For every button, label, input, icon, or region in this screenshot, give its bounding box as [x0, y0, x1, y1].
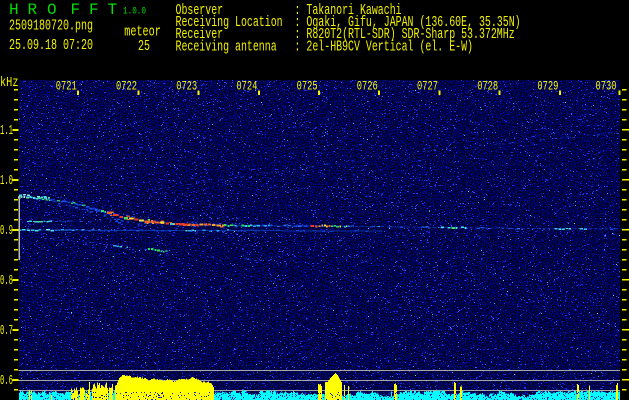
svg-text:0723: 0723 — [176, 79, 197, 94]
svg-text:0722: 0722 — [116, 79, 137, 94]
svg-text:0725: 0725 — [297, 79, 318, 94]
svg-text:1.1: 1.1 — [0, 123, 13, 139]
svg-text:0.6: 0.6 — [0, 373, 13, 389]
svg-text:0721: 0721 — [56, 79, 77, 94]
svg-text:0729: 0729 — [537, 79, 558, 94]
svg-text:2509180720.png: 2509180720.png — [9, 18, 93, 35]
svg-text:25.09.18 07:20: 25.09.18 07:20 — [9, 37, 93, 54]
svg-text:0.7: 0.7 — [0, 323, 13, 339]
svg-text:Receiving antenna : 2el-HB9C: Receiving antenna : 2el-HB9CV Vertical (… — [176, 38, 474, 55]
svg-text:0.9: 0.9 — [0, 223, 13, 239]
svg-text:1.0: 1.0 — [0, 173, 13, 189]
svg-text:0728: 0728 — [477, 79, 498, 94]
svg-text:25: 25 — [138, 38, 150, 55]
svg-text:0724: 0724 — [236, 79, 257, 94]
svg-text:0726: 0726 — [357, 79, 378, 94]
svg-text:0730: 0730 — [596, 79, 617, 94]
svg-text:0.8: 0.8 — [0, 273, 13, 289]
svg-text:1.0.0: 1.0.0 — [123, 7, 146, 18]
svg-text:kHz: kHz — [0, 75, 19, 91]
svg-text:0727: 0727 — [417, 79, 438, 94]
